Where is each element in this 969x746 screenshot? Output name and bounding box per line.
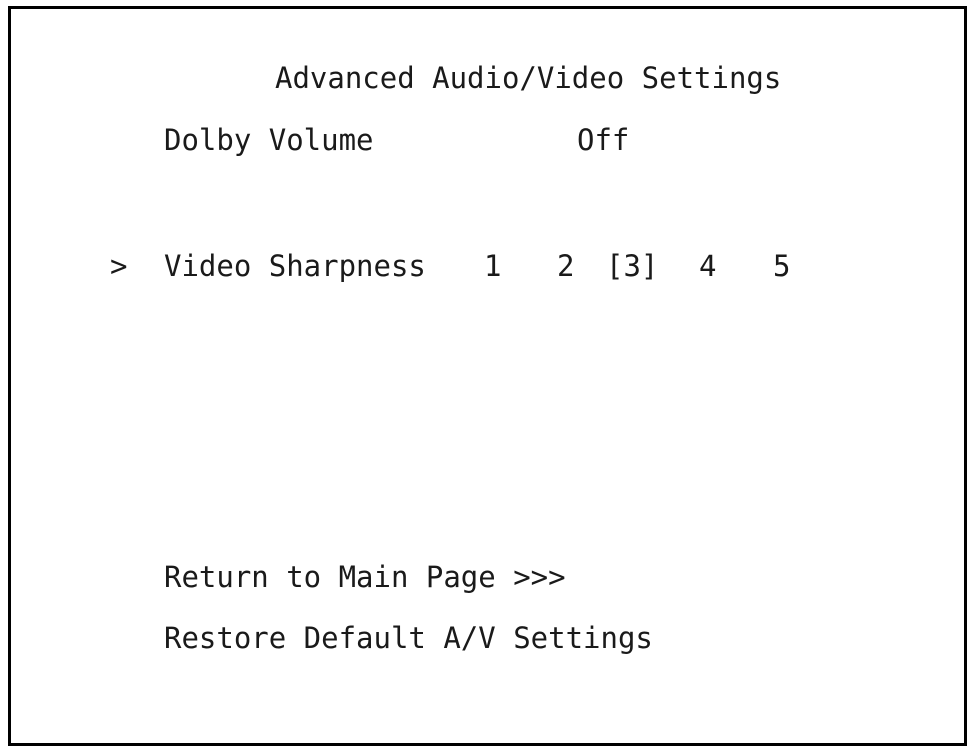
restore-default-av-settings-link[interactable]: Restore Default A/V Settings <box>164 620 653 656</box>
return-to-main-page-link[interactable]: Return to Main Page >>> <box>164 559 566 595</box>
sharpness-option-3-selected[interactable]: [3] <box>606 248 658 284</box>
video-sharpness-label[interactable]: Video Sharpness <box>164 248 426 284</box>
sharpness-option-1[interactable]: 1 <box>484 248 501 284</box>
sharpness-option-5[interactable]: 5 <box>773 248 790 284</box>
dolby-volume-label[interactable]: Dolby Volume <box>164 122 374 158</box>
dolby-volume-value[interactable]: Off <box>577 122 629 158</box>
page-title: Advanced Audio/Video Settings <box>275 61 782 95</box>
selection-cursor-icon: > <box>110 249 128 283</box>
sharpness-option-2[interactable]: 2 <box>557 248 574 284</box>
sharpness-option-4[interactable]: 4 <box>699 248 716 284</box>
